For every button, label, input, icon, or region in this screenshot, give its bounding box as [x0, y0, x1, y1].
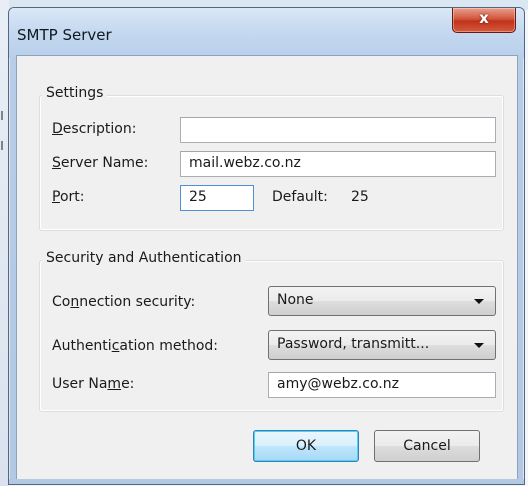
screen: SMTP Server x Settings Description: Serv… — [0, 0, 528, 486]
background-mark — [1, 111, 3, 120]
connection-security-select[interactable]: None — [268, 286, 496, 316]
ok-button[interactable]: OK — [253, 430, 359, 462]
window-bottom-edge — [9, 479, 524, 484]
description-label-text: escription: — [62, 121, 137, 137]
settings-legend: Settings — [42, 85, 108, 101]
connection-security-value: None — [277, 292, 314, 308]
authentication-method-label-post: ation method: — [119, 338, 219, 354]
port-input[interactable]: 25 — [180, 185, 254, 211]
user-name-label-post: e: — [121, 376, 135, 392]
port-label: Port: — [52, 189, 84, 205]
description-label: Description: — [52, 121, 136, 137]
default-port-value: 25 — [351, 189, 369, 205]
description-label-accesskey: D — [52, 121, 63, 137]
window-title: SMTP Server — [17, 26, 112, 44]
chevron-down-icon — [474, 343, 484, 348]
default-port-label: Default: — [272, 189, 328, 205]
cancel-button[interactable]: Cancel — [374, 430, 480, 462]
connection-security-label-pre: Co — [52, 294, 71, 310]
authentication-method-label-pre: Authenti — [52, 338, 112, 354]
chevron-down-icon — [474, 299, 484, 304]
smtp-server-dialog: SMTP Server x Settings Description: Serv… — [8, 7, 525, 485]
authentication-method-value: Password, transmitt... — [277, 336, 430, 352]
port-label-accesskey: P — [52, 189, 60, 205]
close-button[interactable]: x — [452, 8, 516, 33]
authentication-method-select[interactable]: Password, transmitt... — [268, 330, 496, 360]
user-name-label-accesskey: m — [107, 376, 122, 392]
connection-security-label: Connection security: — [52, 294, 195, 310]
connection-security-label-post: nection security: — [79, 294, 196, 310]
close-icon: x — [479, 9, 489, 27]
description-input[interactable] — [180, 117, 496, 143]
server-name-input[interactable]: mail.webz.co.nz — [180, 151, 496, 177]
connection-security-label-accesskey: n — [70, 294, 80, 310]
security-legend: Security and Authentication — [42, 250, 246, 266]
user-name-label: User Name: — [52, 376, 134, 392]
user-name-input[interactable]: amy@webz.co.nz — [268, 372, 496, 398]
authentication-method-label: Authentication method: — [52, 338, 218, 354]
server-name-label-accesskey: S — [52, 155, 61, 171]
user-name-label-pre: User Na — [52, 376, 108, 392]
port-label-text: ort: — [59, 189, 85, 205]
background-mark — [1, 141, 3, 150]
server-name-label: Server Name: — [52, 155, 148, 171]
server-name-label-text: erver Name: — [60, 155, 149, 171]
dialog-content: Settings Description: Server Name: mail.… — [16, 55, 518, 480]
